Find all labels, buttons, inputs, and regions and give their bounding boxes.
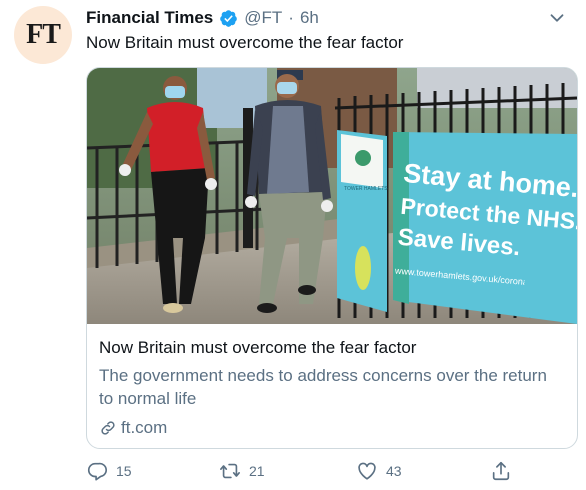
card-title: Now Britain must overcome the fear facto…: [99, 338, 417, 357]
chevron-down-icon[interactable]: [546, 7, 568, 29]
reply-button[interactable]: 15: [86, 458, 132, 484]
tweet-header: Financial Times @FT · 6h: [86, 7, 319, 29]
banner-text: Stay at home. Protect the NHS. Save live…: [395, 156, 577, 290]
card-domain-text: ft.com: [121, 418, 168, 437]
card-meta: Now Britain must overcome the fear facto…: [99, 338, 565, 438]
author-name[interactable]: Financial Times: [86, 8, 213, 28]
tweet[interactable]: FT Financial Times @FT · 6h Now Britain …: [0, 0, 586, 490]
like-button[interactable]: 43: [356, 458, 402, 484]
verified-badge-icon: [220, 9, 238, 27]
tweet-time[interactable]: 6h: [300, 8, 319, 28]
link-icon: [101, 421, 115, 435]
tweet-text: Now Britain must overcome the fear facto…: [86, 33, 404, 52]
tweet-actions: 15 21 43: [86, 458, 576, 484]
link-card[interactable]: Stay at home. Protect the NHS. Save live…: [86, 67, 578, 449]
avatar-text: FT: [26, 19, 61, 50]
like-icon: [358, 462, 376, 480]
retweet-button[interactable]: 21: [219, 458, 265, 484]
reply-icon: [87, 462, 107, 481]
reply-count: 15: [116, 463, 132, 479]
like-count: 43: [386, 463, 402, 479]
share-icon: [492, 461, 510, 481]
retweet-count: 21: [249, 463, 265, 479]
card-domain: ft.com: [99, 418, 565, 438]
banner-logo-text: TOWER HAMLETS: [344, 186, 388, 192]
retweet-icon: [220, 463, 240, 479]
separator-dot: ·: [288, 8, 294, 27]
author-handle[interactable]: @FT: [244, 8, 282, 28]
card-description: The government needs to address concerns…: [99, 366, 547, 408]
share-button[interactable]: [490, 458, 512, 484]
avatar[interactable]: FT: [14, 6, 72, 64]
